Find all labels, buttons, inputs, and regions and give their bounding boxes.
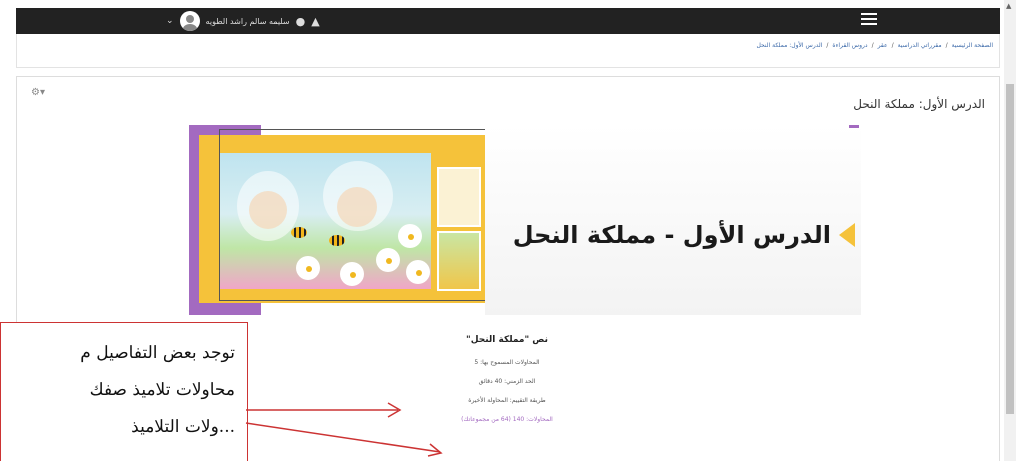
callout-arrow-upper (246, 402, 402, 418)
callout-arrow-lower (245, 422, 443, 457)
annotation-arrows (245, 402, 443, 457)
